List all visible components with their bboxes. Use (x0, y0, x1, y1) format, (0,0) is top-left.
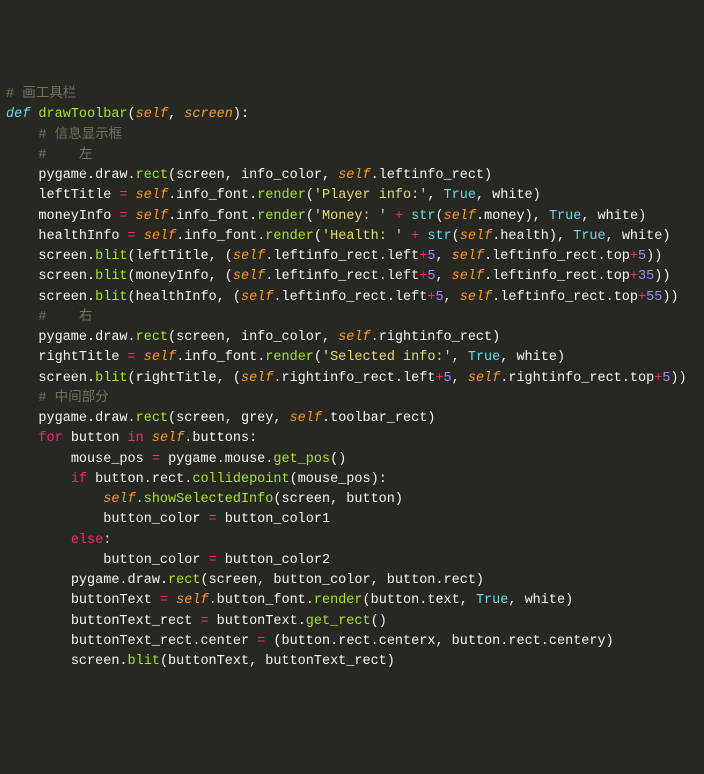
code-line: mouse_pos = pygame.mouse.get_pos() (6, 450, 704, 470)
code-line: screen.blit(buttonText, buttonText_rect) (6, 652, 704, 672)
code-line: screen.blit(moneyInfo, (self.leftinfo_re… (6, 267, 704, 287)
code-line: pygame.draw.rect(screen, button_color, b… (6, 571, 704, 591)
code-line: screen.blit(rightTitle, (self.rightinfo_… (6, 369, 704, 389)
code-line: # 中间部分 (6, 389, 704, 409)
code-line: buttonText_rect.center = (button.rect.ce… (6, 632, 704, 652)
code-line: leftTitle = self.info_font.render('Playe… (6, 186, 704, 206)
code-line: buttonText_rect = buttonText.get_rect() (6, 612, 704, 632)
code-line: for button in self.buttons: (6, 429, 704, 449)
code-line: button_color = button_color2 (6, 551, 704, 571)
code-line: # 画工具栏 (6, 85, 704, 105)
code-line: buttonText = self.button_font.render(but… (6, 591, 704, 611)
code-line: screen.blit(leftTitle, (self.leftinfo_re… (6, 247, 704, 267)
code-line: else: (6, 531, 704, 551)
code-line: self.showSelectedInfo(screen, button) (6, 490, 704, 510)
code-line: if button.rect.collidepoint(mouse_pos): (6, 470, 704, 490)
code-line: rightTitle = self.info_font.render('Sele… (6, 348, 704, 368)
code-line: moneyInfo = self.info_font.render('Money… (6, 207, 704, 227)
code-line: button_color = button_color1 (6, 510, 704, 530)
code-line: def drawToolbar(self, screen): (6, 105, 704, 125)
code-line: pygame.draw.rect(screen, info_color, sel… (6, 166, 704, 186)
code-line: pygame.draw.rect(screen, grey, self.tool… (6, 409, 704, 429)
code-line: # 信息显示框 (6, 126, 704, 146)
code-line: screen.blit(healthInfo, (self.leftinfo_r… (6, 288, 704, 308)
code-line: # 左 (6, 146, 704, 166)
code-line: healthInfo = self.info_font.render('Heal… (6, 227, 704, 247)
code-line: pygame.draw.rect(screen, info_color, sel… (6, 328, 704, 348)
code-line: # 右 (6, 308, 704, 328)
code-block: # 画工具栏def drawToolbar(self, screen): # 信… (6, 85, 704, 672)
